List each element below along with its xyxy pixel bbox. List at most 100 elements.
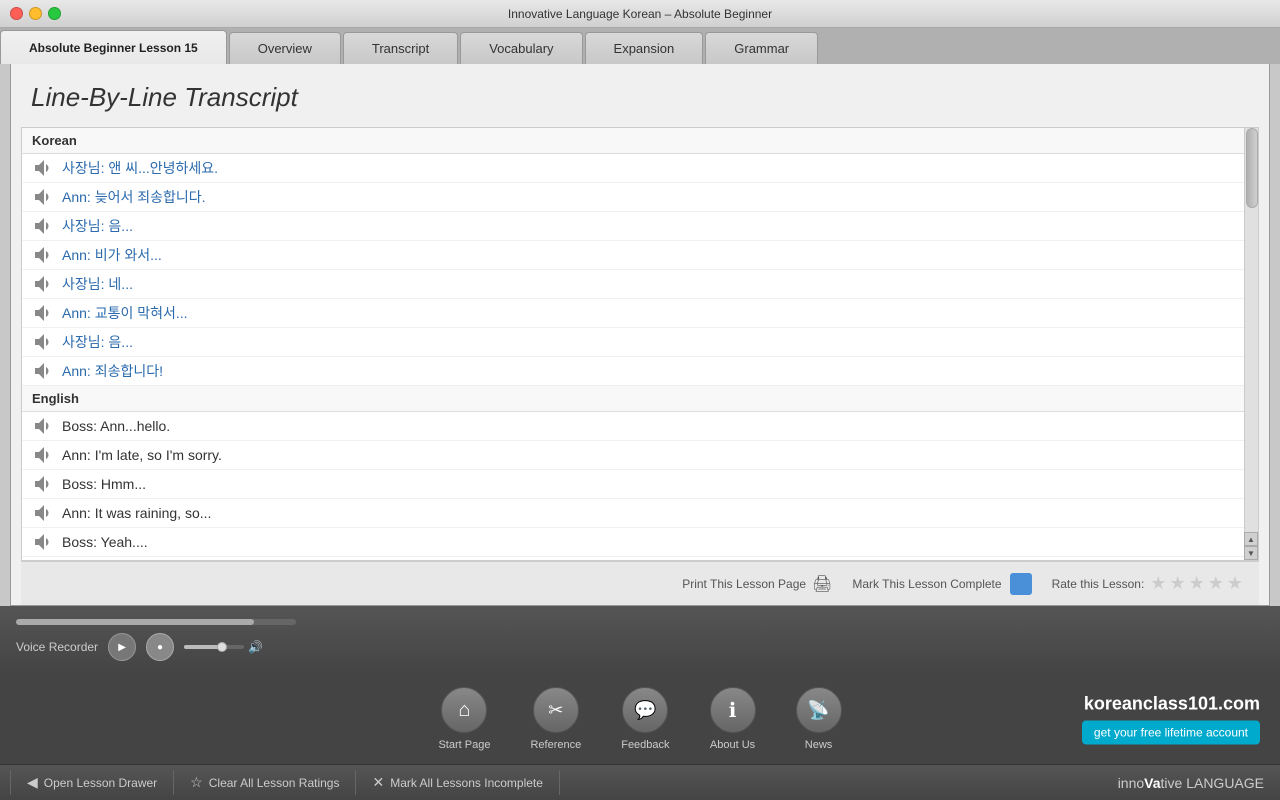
nav-label-news: News bbox=[805, 739, 833, 751]
play-icon: ▶ bbox=[118, 642, 126, 653]
table-row: Ann: I'm late, so I'm sorry. bbox=[22, 441, 1244, 470]
speaker-icon[interactable] bbox=[32, 361, 52, 381]
nav-item-reference[interactable]: ✂ Reference bbox=[510, 679, 601, 759]
tab-bar: Absolute Beginner Lesson 15 Overview Tra… bbox=[0, 28, 1280, 64]
table-row: Boss: Hmm... bbox=[22, 470, 1244, 499]
table-row: Ann: 죄송합니다! bbox=[22, 357, 1244, 386]
speaker-icon[interactable] bbox=[32, 532, 52, 552]
table-row: 사장님: 음... bbox=[22, 328, 1244, 357]
mark-complete-button[interactable]: Mark This Lesson Complete bbox=[852, 573, 1031, 595]
table-row: Boss: Yeah.... bbox=[22, 528, 1244, 557]
tab-vocabulary[interactable]: Vocabulary bbox=[460, 32, 582, 64]
clear-ratings-button[interactable]: ☆ Clear All Lesson Ratings bbox=[174, 770, 356, 795]
star-5[interactable]: ★ bbox=[1227, 573, 1243, 594]
bottom-bar: Print This Lesson Page 🖨 Mark This Lesso… bbox=[21, 561, 1259, 605]
scroll-up-arrow[interactable]: ▲ bbox=[1244, 532, 1258, 546]
speaker-icon[interactable] bbox=[32, 274, 52, 294]
player-bar: Voice Recorder ▶ ● 🔊 bbox=[0, 606, 1280, 674]
transcript-content: Korean 사장님: 앤 씨...안녕하세요. Ann: 늦어서 죄송합니다. bbox=[22, 128, 1258, 560]
reference-icon: ✂ bbox=[533, 687, 579, 733]
nav-item-news[interactable]: 📡 News bbox=[776, 679, 862, 759]
tab-lesson[interactable]: Absolute Beginner Lesson 15 bbox=[0, 30, 227, 64]
mark-incomplete-label: Mark All Lessons Incomplete bbox=[390, 776, 543, 790]
table-row: 사장님: 네... bbox=[22, 270, 1244, 299]
korean-line-2: Ann: 늦어서 죄송합니다. bbox=[62, 187, 206, 207]
news-icon: 📡 bbox=[796, 687, 842, 733]
star-1[interactable]: ★ bbox=[1150, 573, 1166, 594]
transcript-table: Korean 사장님: 앤 씨...안녕하세요. Ann: 늦어서 죄송합니다. bbox=[21, 127, 1259, 561]
speaker-icon[interactable] bbox=[32, 445, 52, 465]
table-row: 사장님: 음... bbox=[22, 212, 1244, 241]
play-button[interactable]: ▶ bbox=[108, 633, 136, 661]
tab-expansion[interactable]: Expansion bbox=[585, 32, 704, 64]
star-4[interactable]: ★ bbox=[1208, 573, 1224, 594]
korean-line-8: Ann: 죄송합니다! bbox=[62, 361, 163, 381]
volume-icon: 🔊 bbox=[248, 640, 263, 654]
korean-line-5: 사장님: 네... bbox=[62, 274, 133, 294]
voice-recorder-section: Voice Recorder ▶ ● 🔊 bbox=[16, 633, 316, 661]
close-button[interactable] bbox=[10, 7, 23, 20]
tab-overview[interactable]: Overview bbox=[229, 32, 341, 64]
tab-transcript[interactable]: Transcript bbox=[343, 32, 458, 64]
speaker-icon[interactable] bbox=[32, 332, 52, 352]
table-row: Boss: Ann...hello. bbox=[22, 412, 1244, 441]
korean-line-6: Ann: 교통이 막혀서... bbox=[62, 303, 188, 323]
volume-thumb[interactable] bbox=[217, 642, 227, 652]
english-line-3: Boss: Hmm... bbox=[62, 476, 146, 492]
table-row: Ann: 비가 와서... bbox=[22, 241, 1244, 270]
speaker-icon[interactable] bbox=[32, 187, 52, 207]
nav-label-feedback: Feedback bbox=[621, 739, 669, 751]
english-line-5: Boss: Yeah.... bbox=[62, 534, 148, 550]
progress-bar-container: Voice Recorder ▶ ● 🔊 bbox=[16, 619, 316, 661]
open-drawer-label: Open Lesson Drawer bbox=[44, 776, 157, 790]
english-line-2: Ann: I'm late, so I'm sorry. bbox=[62, 447, 222, 463]
nav-item-aboutus[interactable]: ℹ About Us bbox=[690, 679, 776, 759]
table-row: 사장님: 앤 씨...안녕하세요. bbox=[22, 154, 1244, 183]
korean-line-3: 사장님: 음... bbox=[62, 216, 133, 236]
drawer-icon: ◀ bbox=[27, 774, 38, 791]
volume-fill bbox=[184, 645, 220, 649]
progress-fill bbox=[16, 619, 254, 625]
progress-track[interactable] bbox=[16, 619, 296, 625]
print-label: Print This Lesson Page bbox=[682, 577, 806, 591]
maximize-button[interactable] bbox=[48, 7, 61, 20]
speaker-icon[interactable] bbox=[32, 303, 52, 323]
speaker-icon[interactable] bbox=[32, 158, 52, 178]
volume-control: 🔊 bbox=[184, 640, 263, 654]
get-account-button[interactable]: get your free lifetime account bbox=[1082, 721, 1260, 745]
nav-label-startpage: Start Page bbox=[438, 739, 490, 751]
stop-button[interactable]: ● bbox=[146, 633, 174, 661]
star-3[interactable]: ★ bbox=[1189, 573, 1205, 594]
volume-track[interactable] bbox=[184, 645, 244, 649]
window-title: Innovative Language Korean – Absolute Be… bbox=[508, 7, 772, 21]
scroll-arrows: ▲ ▼ bbox=[1244, 532, 1258, 560]
open-lesson-drawer-button[interactable]: ◀ Open Lesson Drawer bbox=[10, 770, 174, 795]
nav-item-startpage[interactable]: ⌂ Start Page bbox=[418, 679, 510, 759]
stop-icon: ● bbox=[157, 642, 163, 653]
page-title: Line-By-Line Transcript bbox=[11, 64, 1269, 127]
speaker-icon[interactable] bbox=[32, 474, 52, 494]
star-rating[interactable]: ★ ★ ★ ★ ★ bbox=[1150, 573, 1243, 594]
korean-line-7: 사장님: 음... bbox=[62, 332, 133, 352]
mark-incomplete-button[interactable]: ✕ Mark All Lessons Incomplete bbox=[356, 770, 559, 795]
feedback-icon: 💬 bbox=[622, 687, 668, 733]
speaker-icon[interactable] bbox=[32, 416, 52, 436]
speaker-icon[interactable] bbox=[32, 216, 52, 236]
speaker-icon[interactable] bbox=[32, 503, 52, 523]
complete-checkbox[interactable] bbox=[1010, 573, 1032, 595]
x-icon: ✕ bbox=[372, 774, 384, 791]
speaker-icon[interactable] bbox=[32, 245, 52, 265]
scroll-down-arrow[interactable]: ▼ bbox=[1244, 546, 1258, 560]
minimize-button[interactable] bbox=[29, 7, 42, 20]
nav-label-aboutus: About Us bbox=[710, 739, 755, 751]
scrollbar-thumb[interactable] bbox=[1246, 128, 1258, 208]
tab-grammar[interactable]: Grammar bbox=[705, 32, 818, 64]
rate-section: Rate this Lesson: ★ ★ ★ ★ ★ bbox=[1052, 573, 1243, 594]
brand-area: koreanclass101.com get your free lifetim… bbox=[1082, 694, 1260, 745]
nav-item-feedback[interactable]: 💬 Feedback bbox=[601, 679, 689, 759]
scrollbar-track[interactable]: ▲ ▼ bbox=[1244, 128, 1258, 560]
star-2[interactable]: ★ bbox=[1169, 573, 1185, 594]
voice-recorder-label: Voice Recorder bbox=[16, 640, 98, 654]
print-button[interactable]: Print This Lesson Page 🖨 bbox=[682, 574, 832, 594]
table-row: Ann: There was traffic, so... bbox=[22, 557, 1244, 560]
